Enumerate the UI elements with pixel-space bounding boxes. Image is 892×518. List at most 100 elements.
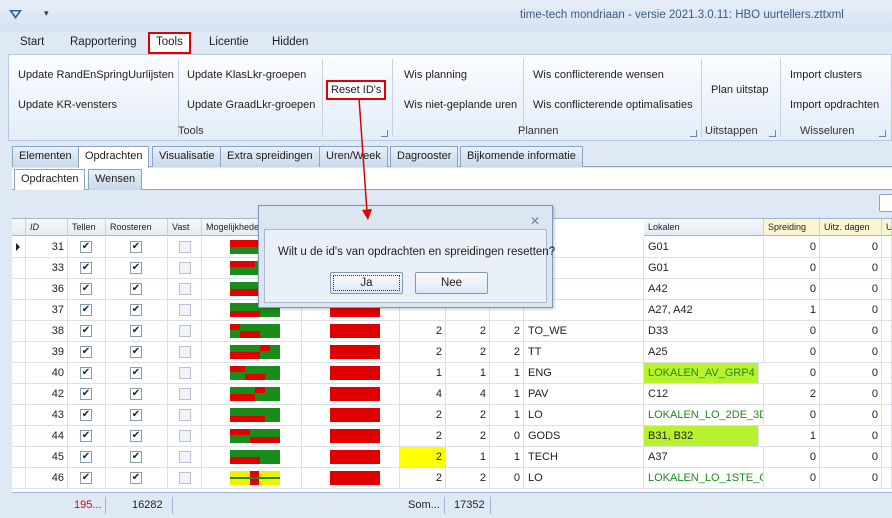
vast-checkbox[interactable]: ✔ (179, 451, 191, 463)
roosteren-checkbox[interactable]: ✔ (130, 283, 142, 295)
col-lokalen[interactable]: Lokalen (644, 219, 764, 236)
tellen-checkbox[interactable]: ✔ (80, 262, 92, 274)
col-spreiding[interactable]: Spreiding (764, 219, 820, 236)
row-indicator[interactable] (12, 426, 26, 446)
wis-planning-button[interactable]: Wis planning (404, 69, 467, 81)
table-row[interactable]: 39✔✔✔222TTA2500 (12, 342, 892, 363)
tab-opdrachten[interactable]: Opdrachten (78, 146, 150, 168)
wis-conflicterende-wensen-button[interactable]: Wis conflicterende wensen (533, 69, 664, 81)
table-row[interactable]: 43✔✔✔221LOLOKALEN_LO_2DE_3DE00 (12, 405, 892, 426)
tellen-checkbox[interactable]: ✔ (80, 367, 92, 379)
plan-uitstap-button[interactable]: Plan uitstap (711, 84, 768, 96)
import-opdrachten-button[interactable]: Import opdrachten (790, 99, 879, 111)
vast-checkbox[interactable]: ✔ (179, 472, 191, 484)
roosteren-checkbox[interactable]: ✔ (130, 241, 142, 253)
roosteren-checkbox[interactable]: ✔ (130, 304, 142, 316)
update-klaslkr-groepen-button[interactable]: Update KlasLkr-groepen (187, 69, 306, 81)
quick-access-dropdown-icon[interactable]: ▾ (44, 8, 49, 19)
tellen-checkbox[interactable]: ✔ (80, 283, 92, 295)
row-indicator[interactable] (12, 405, 26, 425)
row-indicator[interactable] (12, 384, 26, 404)
menu-start[interactable]: Start (14, 32, 50, 54)
row-indicator[interactable] (12, 342, 26, 362)
vast-checkbox[interactable]: ✔ (179, 388, 191, 400)
wis-conflicterende-optimalisaties-button[interactable]: Wis conflicterende optimalisaties (533, 99, 693, 111)
vast-checkbox[interactable]: ✔ (179, 409, 191, 421)
tellen-checkbox[interactable]: ✔ (80, 241, 92, 253)
col-tellen[interactable]: Tellen (68, 219, 106, 236)
tab-uren-week[interactable]: Uren/Week (319, 146, 388, 167)
subtab-opdrachten[interactable]: Opdrachten (14, 169, 86, 191)
tellen-checkbox[interactable]: ✔ (80, 430, 92, 442)
vast-checkbox[interactable]: ✔ (179, 367, 191, 379)
update-randenspringuurlijsten-button[interactable]: Update RandEnSpringUurlijsten (18, 69, 174, 81)
roosteren-checkbox[interactable]: ✔ (130, 430, 142, 442)
vast-checkbox[interactable]: ✔ (179, 325, 191, 337)
tellen-checkbox[interactable]: ✔ (80, 388, 92, 400)
table-row[interactable]: 38✔✔✔222TO_WED3300 (12, 321, 892, 342)
yes-button[interactable]: Ja (330, 272, 403, 294)
vast-checkbox[interactable]: ✔ (179, 241, 191, 253)
no-button[interactable]: Nee (415, 272, 488, 294)
row-indicator[interactable] (12, 237, 26, 257)
tellen-checkbox[interactable]: ✔ (80, 346, 92, 358)
table-row[interactable]: 45✔✔✔211TECHA3700 (12, 447, 892, 468)
row-indicator[interactable] (12, 321, 26, 341)
col-roosteren[interactable]: Roosteren (106, 219, 168, 236)
menu-rapportering[interactable]: Rapportering (64, 32, 142, 54)
row-indicator[interactable] (12, 363, 26, 383)
roosteren-checkbox[interactable]: ✔ (130, 451, 142, 463)
update-graadlkr-groepen-button[interactable]: Update GraadLkr-groepen (187, 99, 315, 111)
plannen-dialog-launcher-icon[interactable] (690, 130, 697, 137)
table-row[interactable]: 40✔✔✔111ENGLOKALEN_AV_GRP400 (12, 363, 892, 384)
tellen-checkbox[interactable]: ✔ (80, 472, 92, 484)
row-indicator[interactable] (12, 468, 26, 488)
col-vast[interactable]: Vast (168, 219, 202, 236)
vast-checkbox[interactable]: ✔ (179, 430, 191, 442)
uitstappen-dialog-launcher-icon[interactable] (769, 130, 776, 137)
tab-dagrooster[interactable]: Dagrooster (390, 146, 459, 167)
menu-licentie[interactable]: Licentie (203, 32, 255, 54)
vast-checkbox[interactable]: ✔ (179, 283, 191, 295)
app-logo-icon[interactable] (9, 10, 22, 19)
subtab-wensen[interactable]: Wensen (88, 169, 143, 190)
roosteren-checkbox[interactable]: ✔ (130, 262, 142, 274)
table-row[interactable]: 46✔✔✔220LOLOKALEN_LO_1STE_GR00 (12, 468, 892, 489)
vast-checkbox[interactable]: ✔ (179, 346, 191, 358)
menu-tools[interactable]: Tools (148, 32, 191, 54)
close-icon[interactable]: ✕ (530, 214, 540, 228)
tab-bijkomende-informatie[interactable]: Bijkomende informatie (460, 146, 583, 167)
wis-niet-geplande-uren-button[interactable]: Wis niet-geplande uren (404, 99, 517, 111)
col-id[interactable]: ID (26, 219, 68, 236)
row-indicator[interactable] (12, 279, 26, 299)
tools-dialog-launcher-icon[interactable] (381, 130, 388, 137)
row-indicator[interactable] (12, 258, 26, 278)
search-input[interactable] (879, 194, 892, 212)
vast-checkbox[interactable]: ✔ (179, 262, 191, 274)
table-row[interactable]: 44✔✔✔220GODSB31, B3210 (12, 426, 892, 447)
roosteren-checkbox[interactable]: ✔ (130, 472, 142, 484)
tab-elementen[interactable]: Elementen (12, 146, 79, 167)
tellen-checkbox[interactable]: ✔ (80, 325, 92, 337)
table-row[interactable]: 42✔✔✔441PAVC1220 (12, 384, 892, 405)
row-indicator[interactable] (12, 300, 26, 320)
col-uitz-dagen[interactable]: Uitz. dagen (820, 219, 882, 236)
roosteren-checkbox[interactable]: ✔ (130, 388, 142, 400)
vast-checkbox[interactable]: ✔ (179, 304, 191, 316)
roosteren-checkbox[interactable]: ✔ (130, 367, 142, 379)
col-u[interactable]: U (882, 219, 892, 236)
roosteren-checkbox[interactable]: ✔ (130, 409, 142, 421)
tab-extra-spreidingen[interactable]: Extra spreidingen (220, 146, 320, 167)
tellen-checkbox[interactable]: ✔ (80, 304, 92, 316)
roosteren-checkbox[interactable]: ✔ (130, 346, 142, 358)
row-indicator[interactable] (12, 447, 26, 467)
tab-visualisatie[interactable]: Visualisatie (152, 146, 222, 167)
wisseluren-dialog-launcher-icon[interactable] (879, 130, 886, 137)
roosteren-checkbox[interactable]: ✔ (130, 325, 142, 337)
tellen-checkbox[interactable]: ✔ (80, 409, 92, 421)
reset-ids-button[interactable]: Reset ID's (326, 80, 387, 100)
update-kr-vensters-button[interactable]: Update KR-vensters (18, 99, 117, 111)
menu-hidden[interactable]: Hidden (266, 32, 314, 54)
import-clusters-button[interactable]: Import clusters (790, 69, 862, 81)
tellen-checkbox[interactable]: ✔ (80, 451, 92, 463)
